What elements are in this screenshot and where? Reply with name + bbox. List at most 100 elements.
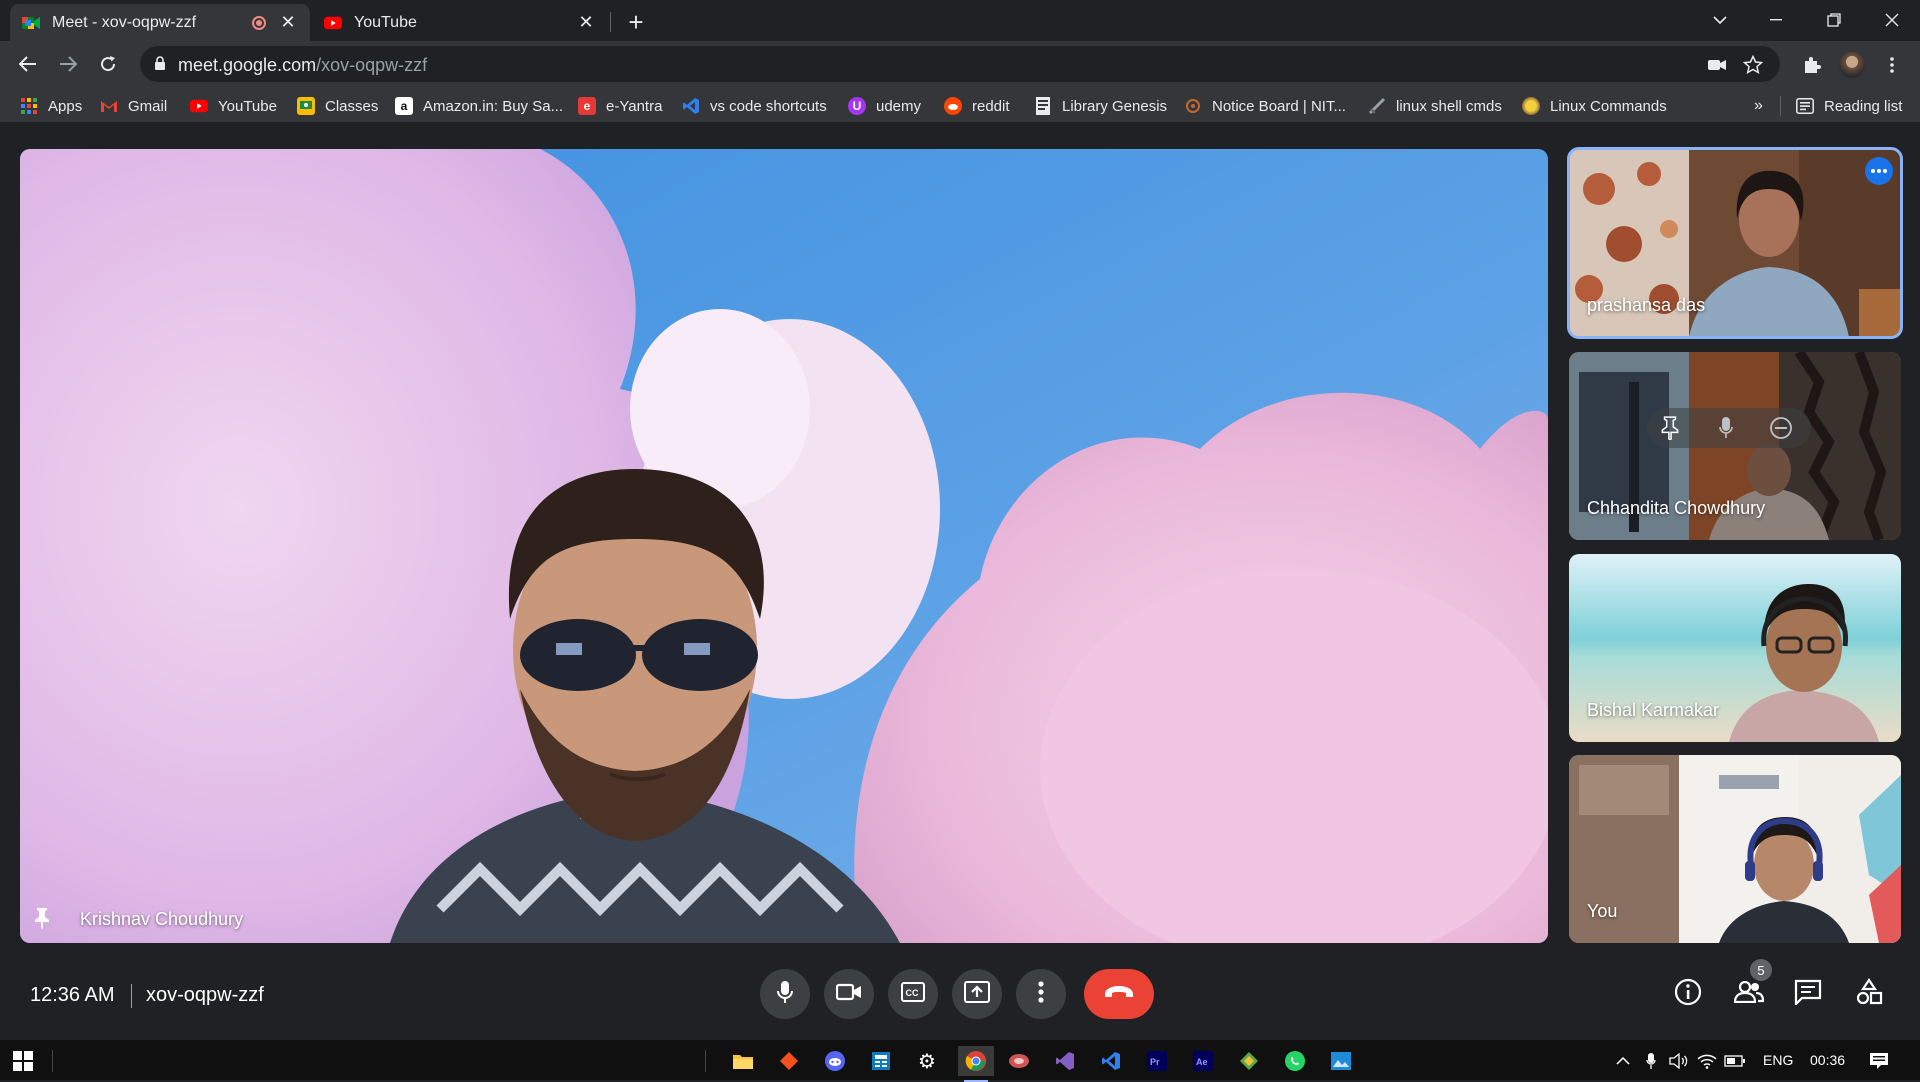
bookmark-classes[interactable]: Classes <box>297 96 378 116</box>
restore-button[interactable] <box>1806 0 1862 40</box>
activities-button[interactable] <box>1852 977 1886 1011</box>
meet-favicon-icon <box>22 14 40 32</box>
camera-button[interactable] <box>824 969 874 1019</box>
url-host: meet.google.com <box>178 55 317 75</box>
bookmark-linux-shell-cmds[interactable]: linux shell cmds <box>1368 96 1502 116</box>
profile-avatar[interactable] <box>1837 50 1867 80</box>
bookmark-linux-commands[interactable]: Linux Commands <box>1522 96 1667 116</box>
visual-studio-icon[interactable] <box>1050 1046 1080 1076</box>
more-options-button[interactable] <box>1016 969 1066 1019</box>
bookmarks-overflow-button[interactable]: » <box>1754 96 1763 116</box>
captions-button[interactable]: CC <box>888 969 938 1019</box>
youtube-favicon-icon <box>324 14 342 32</box>
discord-icon[interactable] <box>820 1046 850 1076</box>
participant-tile-prashansa[interactable]: prashansa das <box>1567 147 1903 339</box>
more-options-icon[interactable] <box>1865 157 1893 185</box>
tray-microphone-icon[interactable] <box>1636 1046 1666 1076</box>
meeting-time: 12:36 AM <box>30 984 115 1006</box>
mute-participant-icon[interactable] <box>1719 416 1733 445</box>
reading-list-button[interactable]: Reading list <box>1796 96 1902 116</box>
bookmark-label: linux shell cmds <box>1396 97 1502 115</box>
chrome-menu-icon[interactable] <box>1877 50 1907 80</box>
after-effects-icon[interactable]: Ae <box>1188 1046 1218 1076</box>
taskbar-clock[interactable]: 00:36 <box>1810 1052 1845 1068</box>
reddit-icon <box>944 97 962 115</box>
bookmark-udemy[interactable]: U udemy <box>848 96 921 116</box>
main-video-tile[interactable]: Krishnav Choudhury <box>20 149 1548 943</box>
git-kraken-icon[interactable] <box>1234 1046 1264 1076</box>
tab-separator <box>610 12 611 32</box>
bookmark-star-icon[interactable] <box>1742 54 1764 76</box>
wifi-icon[interactable] <box>1692 1046 1722 1076</box>
input-language-indicator[interactable]: ENG <box>1763 1052 1793 1068</box>
participant-name: You <box>1587 901 1618 921</box>
document-icon <box>1034 97 1052 115</box>
minimize-button[interactable] <box>1748 0 1804 40</box>
bookmark-notice-board[interactable]: Notice Board | NIT... <box>1184 96 1346 116</box>
address-bar[interactable]: meet.google.com/xov-oqpw-zzf <box>140 46 1780 82</box>
chat-button[interactable] <box>1791 977 1825 1011</box>
new-tab-button[interactable]: + <box>620 6 652 38</box>
close-tab-icon[interactable]: ✕ <box>576 12 596 33</box>
bookmark-gmail[interactable]: Gmail <box>100 96 167 116</box>
back-button[interactable] <box>12 48 44 80</box>
bookmark-library-genesis[interactable]: Library Genesis <box>1034 96 1167 116</box>
remove-participant-icon[interactable] <box>1769 416 1793 445</box>
classroom-icon <box>297 97 315 115</box>
calculator-app-icon[interactable] <box>866 1046 896 1076</box>
reading-list-icon <box>1796 97 1814 115</box>
file-explorer-icon[interactable] <box>728 1046 758 1076</box>
meeting-details-button[interactable] <box>1671 977 1705 1011</box>
chrome-taskbar-icon[interactable] <box>958 1046 994 1082</box>
tab-youtube[interactable]: YouTube ✕ <box>312 4 608 41</box>
bookmark-eyantra[interactable]: e e-Yantra <box>578 96 662 116</box>
tray-overflow-chevron-icon[interactable] <box>1608 1046 1638 1076</box>
participant-tile-bishal[interactable]: Bishal Karmakar <box>1569 554 1901 742</box>
camera-in-use-icon[interactable] <box>1706 54 1728 76</box>
bookmark-youtube[interactable]: YouTube <box>190 96 277 116</box>
shell-icon <box>1368 97 1386 115</box>
battery-icon[interactable] <box>1720 1046 1750 1076</box>
tab-search-icon[interactable] <box>1692 0 1748 40</box>
windows-start-button[interactable] <box>8 1046 38 1076</box>
info-icon <box>1674 978 1702 1011</box>
app-taskbar-icon[interactable] <box>1004 1046 1034 1076</box>
bookmark-reddit[interactable]: reddit <box>944 96 1010 116</box>
close-window-button[interactable] <box>1864 0 1920 40</box>
participant-tile-you[interactable]: You <box>1569 755 1901 943</box>
bookmark-label: Gmail <box>128 97 168 115</box>
whatsapp-icon[interactable] <box>1280 1046 1310 1076</box>
bookmark-label: Apps <box>48 97 83 115</box>
bookmark-label: reddit <box>972 97 1010 115</box>
present-screen-button[interactable] <box>952 969 1002 1019</box>
settings-gear-icon[interactable]: ⚙ <box>912 1046 942 1076</box>
leave-call-button[interactable] <box>1084 969 1154 1019</box>
bookmark-vs-code-shortcuts[interactable]: vs code shortcuts <box>682 96 827 116</box>
participant-tile-chhandita[interactable]: Chhandita Chowdhury <box>1569 352 1901 540</box>
microphone-button[interactable] <box>760 969 810 1019</box>
bookmark-apps[interactable]: Apps <box>20 96 82 116</box>
lock-icon <box>154 56 166 76</box>
participants-button[interactable]: 5 <box>1732 959 1772 1011</box>
speaker-volume-icon[interactable] <box>1664 1046 1694 1076</box>
participant-name: prashansa das <box>1587 295 1706 315</box>
vscode-taskbar-icon[interactable] <box>1096 1046 1126 1076</box>
pin-icon[interactable] <box>34 907 50 934</box>
notifications-icon[interactable] <box>1864 1046 1894 1076</box>
bookmark-label: Amazon.in: Buy Sa... <box>423 97 564 115</box>
photos-app-icon[interactable] <box>1326 1046 1356 1076</box>
extensions-icon[interactable] <box>1797 50 1827 80</box>
taskbar-divider <box>52 1050 53 1072</box>
participant-name: Bishal Karmakar <box>1587 700 1720 720</box>
pin-icon[interactable] <box>1661 416 1679 445</box>
chat-icon <box>1794 979 1822 1010</box>
browser-toolbar: meet.google.com/xov-oqpw-zzf <box>0 41 1920 88</box>
linux-icon <box>1522 97 1540 115</box>
close-tab-icon[interactable]: ✕ <box>278 12 298 33</box>
reload-button[interactable] <box>92 48 124 80</box>
bookmark-amazon[interactable]: a Amazon.in: Buy Sa... <box>395 96 563 116</box>
forward-button[interactable] <box>52 48 84 80</box>
git-app-icon[interactable] <box>774 1046 804 1076</box>
premiere-pro-icon[interactable]: Pr <box>1142 1046 1172 1076</box>
tab-meet[interactable]: Meet - xov-oqpw-zzf ✕ <box>10 4 310 41</box>
